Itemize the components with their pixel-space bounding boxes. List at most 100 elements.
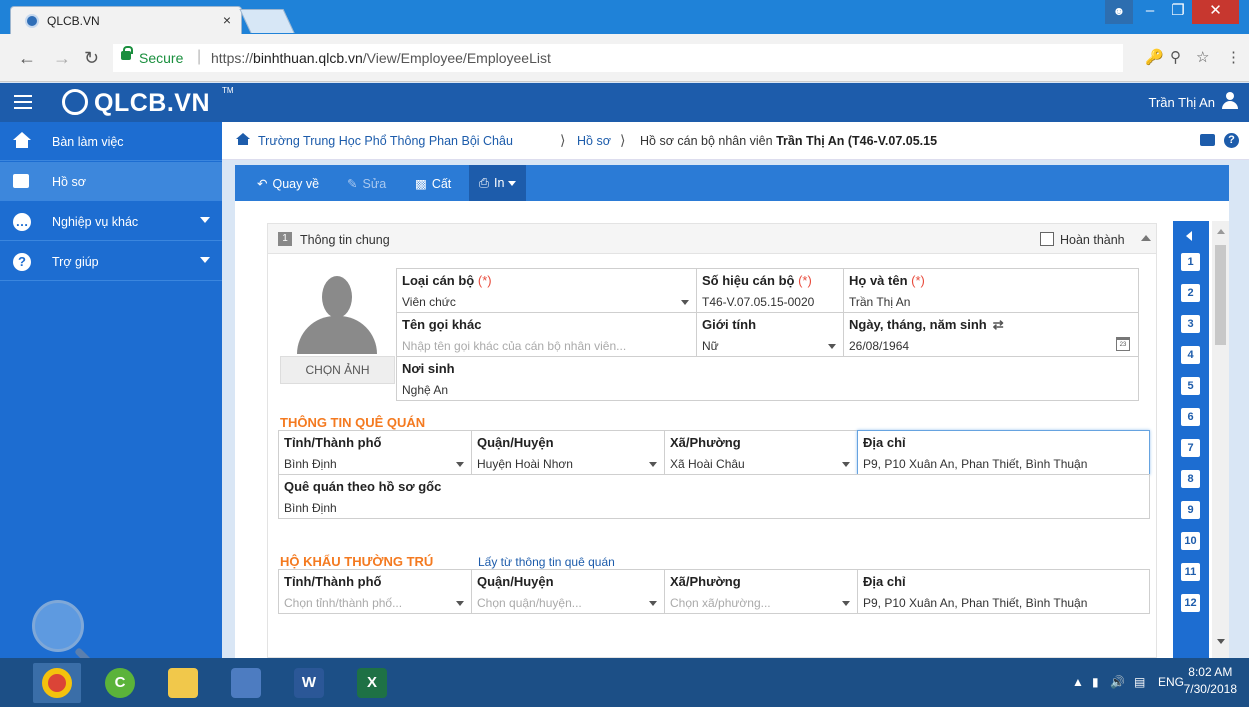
- user-icon[interactable]: [1221, 92, 1239, 110]
- full-name-field[interactable]: Họ và tên (*) Trần Thị An: [843, 268, 1139, 313]
- section-nav-item[interactable]: 3: [1181, 315, 1200, 333]
- calendar-icon[interactable]: 23: [1116, 337, 1130, 351]
- taskbar-excel[interactable]: X: [348, 663, 396, 703]
- staff-type-field[interactable]: Loại cán bộ (*) Viên chức: [396, 268, 697, 313]
- dob-field[interactable]: Ngày, tháng, năm sinh ⇄ 26/08/1964 23: [843, 312, 1139, 357]
- breadcrumb-home-icon[interactable]: [236, 133, 250, 145]
- section-nav-item[interactable]: 12: [1181, 594, 1200, 612]
- key-icon[interactable]: 🔑: [1145, 48, 1164, 66]
- alias-field[interactable]: Tên gọi khác Nhập tên gọi khác của cán b…: [396, 312, 697, 357]
- field-label: Quận/Huyện: [477, 435, 554, 450]
- taskbar-chrome[interactable]: [33, 663, 81, 703]
- field-value: 26/08/1964: [849, 339, 910, 353]
- tab-close-icon[interactable]: ×: [223, 12, 231, 28]
- user-name[interactable]: Trần Thị An: [1149, 95, 1215, 110]
- collapse-icon[interactable]: [1141, 235, 1151, 241]
- url-field[interactable]: Secure | https://binhthuan.qlcb.vn/View/…: [113, 44, 1123, 72]
- clock[interactable]: 8:02 AM 7/30/2018: [1184, 664, 1237, 698]
- breadcrumb-school[interactable]: Trường Trung Học Phổ Thông Phan Bội Châu: [258, 134, 513, 148]
- scroll-down-icon[interactable]: [1217, 639, 1225, 644]
- save-button[interactable]: ▩ Cất: [415, 176, 451, 191]
- section-nav-item[interactable]: 6: [1181, 408, 1200, 426]
- breadcrumb-current: Hồ sơ cán bộ nhân viên Trần Thị An (T46-…: [640, 134, 938, 148]
- field-value: Huyện Hoài Nhơn: [477, 457, 573, 471]
- chat-icon[interactable]: [1200, 134, 1215, 146]
- taskbar-word[interactable]: W: [285, 663, 333, 703]
- network-icon[interactable]: ▤: [1134, 675, 1145, 689]
- hometown-district-field[interactable]: Quận/Huyện Huyện Hoài Nhơn: [471, 430, 665, 475]
- scroll-up-icon[interactable]: [1217, 229, 1225, 234]
- scroll-thumb[interactable]: [1215, 245, 1226, 345]
- choose-photo-button[interactable]: CHỌN ẢNH: [280, 356, 395, 384]
- new-tab-button[interactable]: [239, 9, 295, 33]
- sidebar-item-other-tasks[interactable]: … Nghiệp vụ khác: [0, 202, 222, 241]
- chevron-down-icon: [842, 462, 850, 467]
- gender-field[interactable]: Giới tính Nữ: [696, 312, 844, 357]
- section-title: Thông tin chung: [300, 233, 390, 247]
- maximize-button[interactable]: ❐: [1164, 0, 1192, 24]
- browser-tab[interactable]: QLCB.VN ×: [10, 6, 242, 34]
- residence-ward-field[interactable]: Xã/Phường Chọn xã/phường...: [664, 569, 858, 614]
- section-nav-item[interactable]: 9: [1181, 501, 1200, 519]
- section-header: 1 Thông tin chung Hoàn thành: [268, 224, 1156, 254]
- field-value: Viên chức: [402, 295, 456, 309]
- magnifier-icon[interactable]: [32, 600, 84, 652]
- taskbar-coccoc[interactable]: C: [96, 663, 144, 703]
- sidebar-item-profile[interactable]: Hồ sơ: [0, 162, 222, 201]
- section-nav-item[interactable]: 2: [1181, 284, 1200, 302]
- logo-trademark: TM: [222, 86, 234, 95]
- section-nav-item[interactable]: 11: [1181, 563, 1200, 581]
- swap-icon[interactable]: ⇄: [993, 317, 1004, 332]
- chrome-user-icon[interactable]: ☻: [1105, 0, 1133, 24]
- zoom-icon[interactable]: ⚲: [1170, 48, 1181, 66]
- avatar-head: [322, 276, 352, 318]
- sidebar-item-label: Bàn làm việc: [52, 135, 124, 149]
- hometown-address-field[interactable]: Địa chỉ P9, P10 Xuân An, Phan Thiết, Bìn…: [857, 430, 1150, 475]
- language-indicator[interactable]: ENG: [1158, 675, 1184, 689]
- app-icon: [231, 668, 261, 698]
- section-nav-item[interactable]: 4: [1181, 346, 1200, 364]
- reload-icon[interactable]: ↻: [84, 48, 99, 69]
- hamburger-menu-icon[interactable]: [14, 95, 32, 109]
- star-icon[interactable]: ☆: [1196, 48, 1209, 66]
- app-logo[interactable]: QLCB.VN: [94, 89, 210, 118]
- staff-code-field[interactable]: Số hiệu cán bộ (*) T46-V.07.05.15-0020: [696, 268, 844, 313]
- hometown-province-field[interactable]: Tỉnh/Thành phố Bình Định: [278, 430, 472, 475]
- breadcrumb-section[interactable]: Hồ sơ: [577, 134, 611, 148]
- volume-icon[interactable]: 🔊: [1110, 675, 1125, 689]
- help-circle-icon[interactable]: ?: [1224, 133, 1239, 148]
- close-window-button[interactable]: ✕: [1192, 0, 1239, 24]
- collapse-left-icon[interactable]: [1186, 231, 1192, 241]
- hometown-original-field[interactable]: Quê quán theo hồ sơ gốc Bình Định: [278, 474, 1150, 519]
- residence-district-field[interactable]: Quận/Huyện Chọn quận/huyện...: [471, 569, 665, 614]
- birthplace-field[interactable]: Nơi sinh Nghệ An: [396, 356, 1139, 401]
- back-arrow-icon[interactable]: ←: [18, 48, 36, 69]
- section-nav-item[interactable]: 5: [1181, 377, 1200, 395]
- tray-expand-icon[interactable]: ▲: [1072, 675, 1084, 689]
- sidebar-item-workspace[interactable]: Bàn làm việc: [0, 122, 222, 161]
- field-label: Giới tính: [702, 317, 757, 332]
- taskbar-app[interactable]: [222, 663, 270, 703]
- residence-province-field[interactable]: Tỉnh/Thành phố Chọn tỉnh/thành phố...: [278, 569, 472, 614]
- print-button[interactable]: ⎙ In: [469, 165, 527, 201]
- vertical-scrollbar[interactable]: [1212, 221, 1229, 658]
- chevron-down-icon: [649, 462, 657, 467]
- menu-kebab-icon[interactable]: ⋮: [1226, 48, 1241, 66]
- hometown-ward-field[interactable]: Xã/Phường Xã Hoài Châu: [664, 430, 858, 475]
- forward-arrow-icon[interactable]: →: [53, 48, 71, 69]
- section-nav-item[interactable]: 7: [1181, 439, 1200, 457]
- clock-date: 7/30/2018: [1183, 682, 1237, 696]
- back-button[interactable]: ↶ Quay về: [257, 176, 319, 191]
- residence-address-field[interactable]: Địa chỉ P9, P10 Xuân An, Phan Thiết, Bìn…: [857, 569, 1150, 614]
- copy-from-hometown-link[interactable]: Lấy từ thông tin quê quán: [478, 555, 615, 569]
- breadcrumb-separator: ⟩: [620, 132, 626, 148]
- sidebar-item-help[interactable]: ? Trợ giúp: [0, 242, 222, 281]
- tray-app-icon[interactable]: ▮: [1092, 675, 1099, 689]
- minimize-button[interactable]: –: [1136, 0, 1164, 24]
- section-nav-item[interactable]: 8: [1181, 470, 1200, 488]
- complete-checkbox[interactable]: [1040, 232, 1054, 246]
- taskbar-explorer[interactable]: [159, 663, 207, 703]
- section-nav-item[interactable]: 10: [1181, 532, 1200, 550]
- edit-button[interactable]: ✎ Sửa: [347, 176, 386, 191]
- section-nav-item[interactable]: 1: [1181, 253, 1200, 271]
